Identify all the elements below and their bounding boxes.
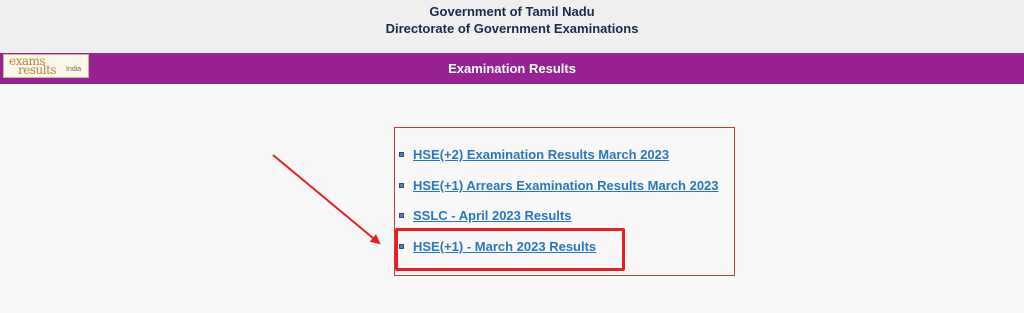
annotation-arrow-icon <box>272 154 381 245</box>
